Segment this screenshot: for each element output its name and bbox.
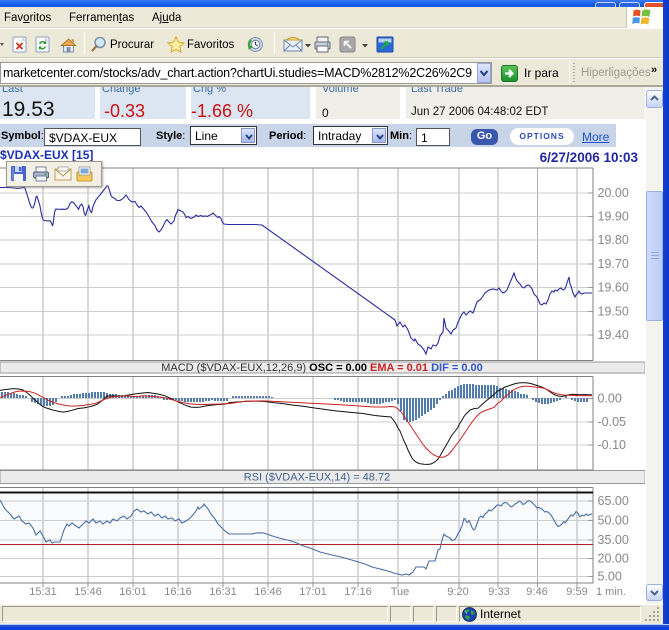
svg-text:Tue: Tue: [391, 586, 410, 598]
svg-text:16:31: 16:31: [209, 586, 237, 598]
svg-text:19.50: 19.50: [598, 305, 629, 319]
svg-text:9:46: 9:46: [526, 586, 547, 598]
svg-text:5.00: 5.00: [598, 569, 622, 583]
svg-text:15:46: 15:46: [74, 586, 102, 598]
svg-text:17:16: 17:16: [344, 586, 372, 598]
svg-text:16:46: 16:46: [254, 586, 282, 598]
svg-text:0.00: 0.00: [598, 392, 622, 406]
svg-text:15:31: 15:31: [29, 586, 57, 598]
svg-text:1 min.: 1 min.: [596, 586, 626, 598]
svg-text:-0.10: -0.10: [598, 438, 627, 452]
svg-text:9:33: 9:33: [488, 586, 509, 598]
svg-text:16:16: 16:16: [164, 586, 192, 598]
svg-text:35.00: 35.00: [598, 533, 629, 547]
svg-text:17:01: 17:01: [299, 586, 327, 598]
svg-text:50.00: 50.00: [598, 514, 629, 528]
svg-text:19.70: 19.70: [598, 257, 629, 271]
svg-text:-0.05: -0.05: [598, 415, 627, 429]
svg-text:RSI ($VDAX-EUX,14) = 48.72: RSI ($VDAX-EUX,14) = 48.72: [244, 472, 390, 484]
svg-text:19.90: 19.90: [598, 210, 629, 224]
svg-text:9:59: 9:59: [566, 586, 587, 598]
svg-text:19.60: 19.60: [598, 281, 629, 295]
svg-text:20.00: 20.00: [598, 552, 629, 566]
svg-text:19.80: 19.80: [598, 233, 629, 247]
svg-text:19.40: 19.40: [598, 328, 629, 342]
svg-text:20.00: 20.00: [598, 186, 629, 200]
svg-text:9:20: 9:20: [447, 586, 468, 598]
svg-text:MACD ($VDAX-EUX,12,26,9) OSC =: MACD ($VDAX-EUX,12,26,9) OSC = 0.00 EMA …: [161, 362, 483, 374]
svg-text:65.00: 65.00: [598, 494, 629, 508]
svg-text:16:01: 16:01: [119, 586, 147, 598]
